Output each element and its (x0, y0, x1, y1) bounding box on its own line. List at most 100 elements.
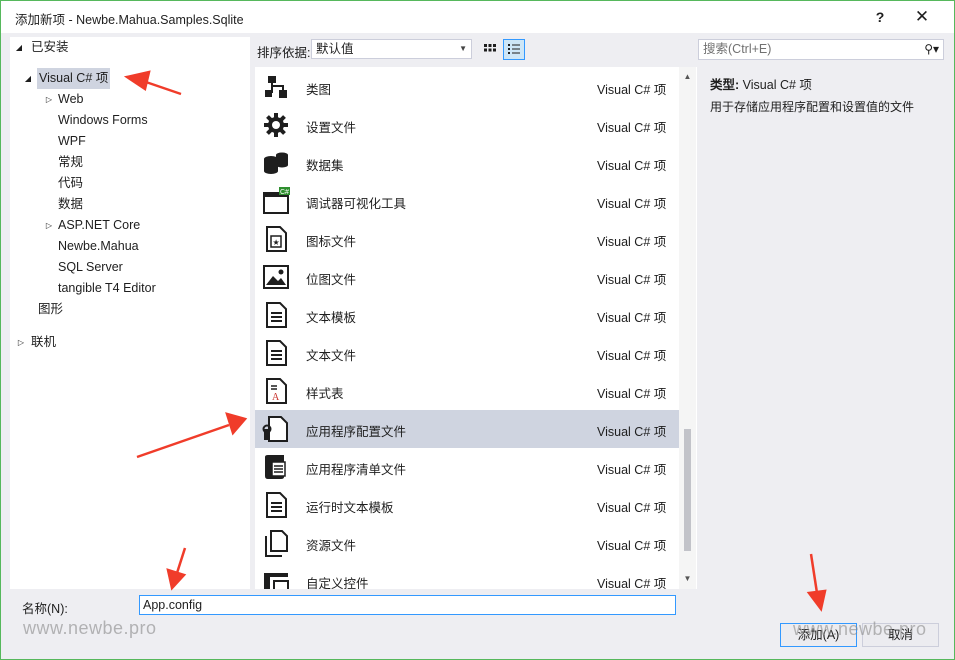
template-item-row[interactable]: 设置文件 Visual C# 项 (255, 106, 679, 144)
collapse-triangle-icon[interactable]: ◢ (14, 37, 24, 58)
tree-node-web[interactable]: ▷ Web (10, 89, 250, 110)
template-item-type: Visual C# 项 (597, 463, 667, 477)
detail-type-label: 类型: (710, 78, 740, 92)
detail-type-line: 类型: Visual C# 项 (710, 74, 812, 93)
template-item-name: 调试器可视化工具 (306, 197, 407, 211)
tree-node-[interactable]: 代码 (10, 173, 250, 194)
tree-node-wpf[interactable]: WPF (10, 131, 250, 152)
bitmap-icon (262, 263, 290, 291)
tree-node-newbe-mahua[interactable]: Newbe.Mahua (10, 236, 250, 257)
list-view-icon (508, 44, 520, 54)
template-item-name: 应用程序清单文件 (306, 463, 407, 477)
tree-node-visual-csharp[interactable]: Visual C# 项 (37, 68, 110, 89)
help-button[interactable]: ? (863, 5, 897, 29)
tree-node-label: 数据 (58, 197, 84, 211)
tree-node-[interactable]: 常规 (10, 152, 250, 173)
svg-text:C#: C# (280, 189, 289, 196)
tree-node-label: 常规 (58, 155, 84, 169)
text-file-icon (262, 339, 290, 367)
dataset-icon (262, 149, 290, 177)
add-new-item-dialog: 添加新项 - Newbe.Mahua.Samples.Sqlite ? ✕ ◢ … (0, 0, 955, 660)
resource-file-icon (262, 529, 290, 557)
template-item-type: Visual C# 项 (597, 273, 667, 287)
template-item-row[interactable]: 位图文件 Visual C# 项 (255, 258, 679, 296)
template-item-row[interactable]: 应用程序配置文件 Visual C# 项 (255, 410, 679, 448)
template-item-name: 文本模板 (306, 311, 357, 325)
watermark-text: www.newbe.pro (793, 619, 927, 639)
annotation-arrowhead (806, 589, 827, 612)
svg-text:A: A (272, 392, 280, 403)
app-config-icon (262, 415, 290, 443)
search-box[interactable]: 搜索(Ctrl+E) ⚲▾ (698, 39, 944, 60)
tree-node-sql-server[interactable]: SQL Server (10, 257, 250, 278)
name-field-label: 名称(N): (22, 602, 68, 616)
scrollbar-thumb[interactable] (684, 429, 691, 551)
template-item-name: 数据集 (306, 159, 344, 173)
template-item-row[interactable]: 应用程序清单文件 Visual C# 项 (255, 448, 679, 486)
expand-triangle-icon[interactable]: ▷ (16, 332, 26, 353)
tree-node-label: 代码 (58, 176, 84, 190)
template-item-type: Visual C# 项 (597, 83, 667, 97)
template-item-row[interactable]: A 样式表 Visual C# 项 (255, 372, 679, 410)
scroll-up-icon[interactable]: ▲ (679, 69, 696, 85)
tree-node-windows-forms[interactable]: Windows Forms (10, 110, 250, 131)
template-item-name: 运行时文本模板 (306, 501, 394, 515)
template-category-tree: ◢ 已安装 Visual C# 项 ◢ ▷ Web Windows Forms WPF… (10, 37, 250, 589)
tree-node-installed[interactable]: ◢ 已安装 (10, 37, 250, 58)
window-title: 添加新项 - Newbe.Mahua.Samples.Sqlite (15, 13, 244, 27)
template-item-type: Visual C# 项 (597, 235, 667, 249)
tree-node-label: Newbe.Mahua (58, 239, 139, 253)
template-item-row[interactable]: 资源文件 Visual C# 项 (255, 524, 679, 562)
item-details-panel: 类型: Visual C# 项 用于存储应用程序配置和设置值的文件 (698, 67, 948, 589)
template-item-row[interactable]: C# 调试器可视化工具 Visual C# 项 (255, 182, 679, 220)
settings-gear-icon (262, 111, 290, 139)
tree-node-graphics[interactable]: 图形 (38, 299, 63, 320)
tree-node-label: Visual C# 项 (39, 71, 109, 85)
template-item-type: Visual C# 项 (597, 197, 667, 211)
icon-file-icon: ★ (262, 225, 290, 253)
template-item-type: Visual C# 项 (597, 539, 667, 553)
template-item-row[interactable]: 类图 Visual C# 项 (255, 68, 679, 106)
template-item-type: Visual C# 项 (597, 349, 667, 363)
template-item-name: 设置文件 (306, 121, 357, 135)
template-item-row[interactable]: 数据集 Visual C# 项 (255, 144, 679, 182)
details-view-button[interactable] (503, 39, 525, 60)
template-list: 类图 Visual C# 项设置文件 Visual C# 项数据集 Visual C#… (255, 67, 697, 589)
template-item-name: 文本文件 (306, 349, 357, 363)
tree-node-label: 联机 (31, 335, 57, 349)
template-item-row[interactable]: 文本文件 Visual C# 项 (255, 334, 679, 372)
template-item-name: 样式表 (306, 387, 344, 401)
tree-node-asp-net-core[interactable]: ▷ ASP.NET Core (10, 215, 250, 236)
expand-triangle-icon[interactable]: ▷ (44, 89, 54, 110)
template-item-row[interactable]: 运行时文本模板 Visual C# 项 (255, 486, 679, 524)
scroll-down-icon[interactable]: ▼ (679, 571, 696, 587)
tree-node-label: tangible T4 Editor (58, 281, 156, 295)
template-item-row[interactable]: ★ 图标文件 Visual C# 项 (255, 220, 679, 258)
template-item-name: 资源文件 (306, 539, 357, 553)
template-item-row[interactable]: 自定义控件 Visual C# 项 (255, 562, 679, 589)
tree-node-online[interactable]: ▷ 联机 (10, 332, 250, 353)
close-button[interactable]: ✕ (905, 5, 939, 29)
template-item-type: Visual C# 项 (597, 501, 667, 515)
template-item-type: Visual C# 项 (597, 387, 667, 401)
runtime-template-icon (262, 491, 290, 519)
small-icons-view-button[interactable] (479, 39, 501, 60)
collapse-triangle-icon[interactable]: ◢ (23, 68, 33, 89)
template-item-name: 类图 (306, 83, 332, 97)
class-diagram-icon (262, 73, 290, 101)
tree-node-label: ASP.NET Core (58, 218, 141, 232)
expand-triangle-icon[interactable]: ▷ (44, 215, 54, 236)
detail-type-value: Visual C# 项 (742, 78, 812, 92)
tree-node-[interactable]: 数据 (10, 194, 250, 215)
custom-control-icon (262, 567, 290, 589)
tree-node-tangible-t4-editor[interactable]: tangible T4 Editor (10, 278, 250, 299)
template-list-scrollbar[interactable]: ▲ ▼ (679, 67, 696, 589)
template-item-row[interactable]: 文本模板 Visual C# 项 (255, 296, 679, 334)
name-field[interactable]: App.config (139, 595, 676, 615)
search-icon[interactable]: ⚲▾ (924, 40, 939, 59)
tree-node-label: SQL Server (58, 260, 123, 274)
sort-by-dropdown[interactable]: 默认值 ▼ (311, 39, 472, 59)
template-item-name: 应用程序配置文件 (306, 425, 407, 439)
tree-node-label: Web (58, 92, 84, 106)
title-bar: 添加新项 - Newbe.Mahua.Samples.Sqlite ? ✕ (1, 1, 954, 33)
